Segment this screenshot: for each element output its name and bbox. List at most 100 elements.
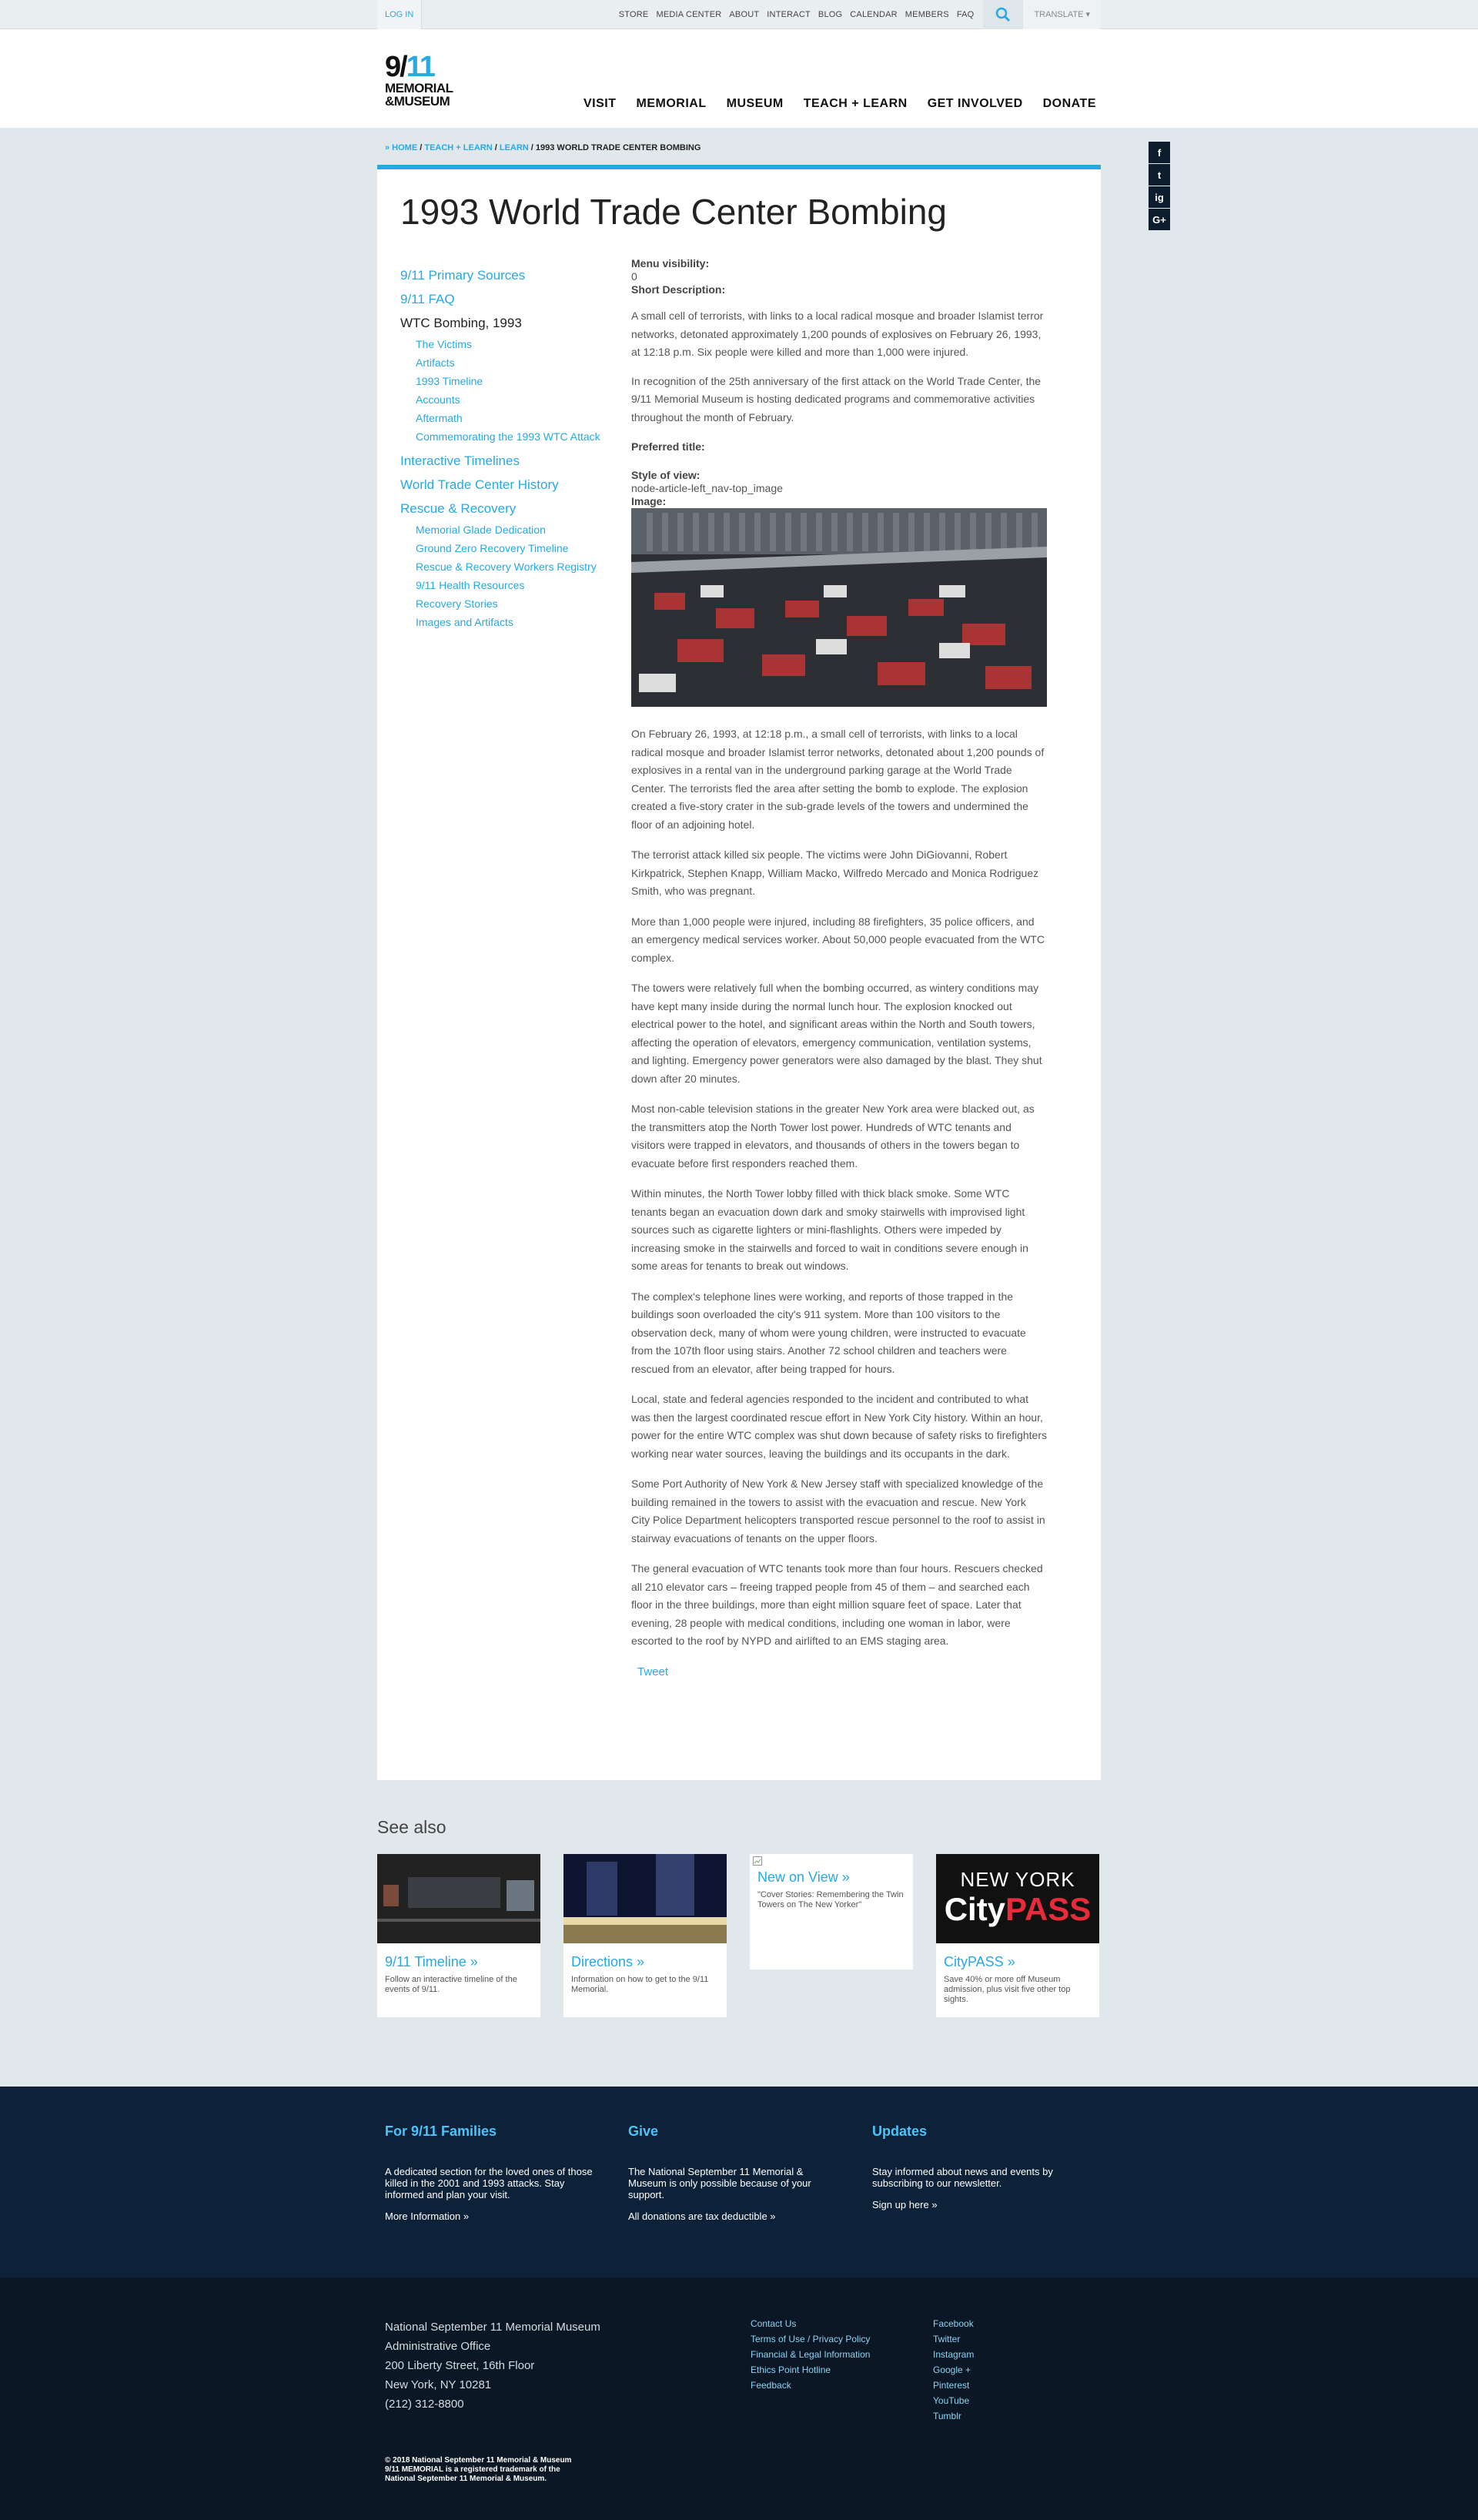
footer-links: Contact Us Terms of Use / Privacy Policy…: [751, 2316, 870, 2393]
breadcrumb-teach-learn[interactable]: TEACH + LEARN: [424, 143, 492, 152]
translate-dropdown[interactable]: TRANSLATE ▾: [1023, 0, 1101, 29]
copyright-line: 9/11 MEMORIAL is a registered trademark …: [385, 2465, 560, 2474]
tile-title[interactable]: Directions »: [563, 1943, 727, 1975]
nav-visit[interactable]: VISIT: [584, 97, 617, 111]
footer-link-feedback[interactable]: Feedback: [751, 2378, 870, 2393]
see-also-tile-timeline[interactable]: 9/11 Timeline » Follow an interactive ti…: [377, 1854, 540, 2017]
footer-social-instagram[interactable]: Instagram: [933, 2347, 974, 2362]
footer-social-youtube[interactable]: YouTube: [933, 2393, 974, 2408]
login-link[interactable]: LOG IN: [377, 0, 423, 29]
leftnav-interactive-timelines[interactable]: Interactive Timelines: [400, 453, 624, 469]
short-description-label: Short Description:: [631, 283, 726, 296]
main-nav: VISIT MEMORIAL MUSEUM TEACH + LEARN GET …: [584, 97, 1096, 111]
nav-get-involved[interactable]: GET INVOLVED: [928, 97, 1023, 111]
footer-social-twitter[interactable]: Twitter: [933, 2331, 974, 2347]
search-button[interactable]: [983, 0, 1024, 29]
search-icon: [996, 7, 1011, 22]
preferred-title-label: Preferred title:: [631, 440, 705, 453]
leftnav-workers-registry[interactable]: Rescue & Recovery Workers Registry: [416, 561, 624, 573]
leftnav-wtc-bombing[interactable]: WTC Bombing, 1993: [400, 316, 624, 331]
emergency-vehicles-photo: [631, 508, 1047, 707]
tile-description: Information on how to get to the 9/11 Me…: [571, 1975, 709, 1994]
footer-families-text: A dedicated section for the loved ones o…: [385, 2166, 593, 2200]
directions-thumbnail: [563, 1854, 727, 1943]
footer-social-pinterest[interactable]: Pinterest: [933, 2378, 974, 2393]
tile-title[interactable]: CityPASS »: [936, 1943, 1099, 1975]
left-nav: 9/11 Primary Sources 9/11 FAQ WTC Bombin…: [400, 268, 624, 639]
footer-social-tumblr[interactable]: Tumblr: [933, 2408, 974, 2424]
leftnav-commemorating[interactable]: Commemorating the 1993 WTC Attack: [416, 430, 624, 443]
footer-bottom: National September 11 Memorial Museum Ad…: [0, 2277, 1478, 2520]
breadcrumb-sep: /: [528, 143, 536, 152]
see-also-tiles: 9/11 Timeline » Follow an interactive ti…: [377, 1854, 1101, 2017]
site-logo[interactable]: 9/11 MEMORIAL &MUSEUM: [385, 52, 477, 108]
footer-families-link[interactable]: More Information »: [385, 2210, 469, 2222]
breadcrumb-sep: /: [417, 143, 425, 152]
util-link-media-center[interactable]: MEDIA CENTER: [656, 10, 721, 19]
copyright-line: © 2018 National September 11 Memorial & …: [385, 2456, 572, 2465]
article-body: Menu visibility: 0 Short Description: A …: [631, 257, 1047, 1681]
timeline-thumbnail: [377, 1854, 540, 1943]
breadcrumb-home[interactable]: » HOME: [385, 143, 417, 152]
broken-image-icon: [750, 1854, 913, 1866]
leftnav-health-resources[interactable]: 9/11 Health Resources: [416, 579, 624, 591]
leftnav-the-victims[interactable]: The Victims: [416, 338, 624, 350]
util-link-about[interactable]: ABOUT: [729, 10, 759, 19]
footer-social-facebook[interactable]: Facebook: [933, 2316, 974, 2331]
see-also-tile-citypass[interactable]: NEW YORK CityPASS CityPASS » Save 40% or…: [936, 1854, 1099, 2017]
leftnav-images-artifacts[interactable]: Images and Artifacts: [416, 616, 624, 628]
util-link-members[interactable]: MEMBERS: [905, 10, 949, 19]
leftnav-memorial-glade[interactable]: Memorial Glade Dedication: [416, 524, 624, 536]
instagram-icon[interactable]: ig: [1149, 186, 1170, 208]
util-link-faq[interactable]: FAQ: [957, 10, 975, 19]
leftnav-accounts[interactable]: Accounts: [416, 393, 624, 406]
article-paragraph: Some Port Authority of New York & New Je…: [631, 1478, 1045, 1544]
tweet-button[interactable]: Tweet: [637, 1663, 668, 1682]
leftnav-rescue-children: Memorial Glade Dedication Ground Zero Re…: [400, 524, 624, 628]
facebook-icon[interactable]: f: [1149, 142, 1170, 163]
site-header: 9/11 MEMORIAL &MUSEUM VISIT MEMORIAL MUS…: [0, 29, 1478, 128]
see-also-tile-new-on-view[interactable]: New on View » "Cover Stories: Rememberin…: [750, 1854, 913, 1969]
footer-give: Give The National September 11 Memorial …: [628, 2123, 836, 2224]
tile-title[interactable]: New on View »: [750, 1865, 913, 1890]
citypass-ny: NEW YORK: [960, 1868, 1075, 1891]
google-plus-icon[interactable]: G+: [1149, 209, 1170, 230]
util-link-store[interactable]: STORE: [619, 10, 649, 19]
see-also-title: See also: [377, 1817, 446, 1837]
footer-link-contact[interactable]: Contact Us: [751, 2316, 870, 2331]
leftnav-recovery-timeline[interactable]: Ground Zero Recovery Timeline: [416, 542, 624, 554]
footer-updates-link[interactable]: Sign up here »: [872, 2199, 938, 2210]
leftnav-wtc-history[interactable]: World Trade Center History: [400, 477, 624, 493]
tile-title[interactable]: 9/11 Timeline »: [377, 1943, 540, 1975]
footer-social-google[interactable]: Google +: [933, 2362, 974, 2378]
footer-give-link[interactable]: All donations are tax deductible »: [628, 2210, 776, 2222]
address-line: National September 11 Memorial Museum: [385, 2321, 600, 2334]
leftnav-1993-timeline[interactable]: 1993 Timeline: [416, 375, 624, 387]
nav-teach-learn[interactable]: TEACH + LEARN: [804, 97, 908, 111]
leftnav-primary-sources[interactable]: 9/11 Primary Sources: [400, 268, 624, 283]
util-link-calendar[interactable]: CALENDAR: [850, 10, 898, 19]
breadcrumb-learn[interactable]: LEARN: [500, 143, 529, 152]
citypass-logo: NEW YORK CityPASS: [936, 1854, 1099, 1943]
nav-memorial[interactable]: MEMORIAL: [637, 97, 707, 111]
copyright: © 2018 National September 11 Memorial & …: [385, 2456, 571, 2484]
leftnav-aftermath[interactable]: Aftermath: [416, 412, 624, 424]
footer-link-ethics[interactable]: Ethics Point Hotline: [751, 2362, 870, 2378]
leftnav-recovery-stories[interactable]: Recovery Stories: [416, 597, 624, 610]
nav-donate[interactable]: DONATE: [1043, 97, 1096, 111]
article-paragraph: More than 1,000 people were injured, inc…: [631, 915, 1045, 964]
util-link-interact[interactable]: INTERACT: [767, 10, 811, 19]
util-link-blog[interactable]: BLOG: [818, 10, 842, 19]
leftnav-rescue-recovery[interactable]: Rescue & Recovery: [400, 501, 624, 517]
logo-line2: &MUSEUM: [385, 94, 450, 109]
nav-museum[interactable]: MUSEUM: [727, 97, 784, 111]
leftnav-faq[interactable]: 9/11 FAQ: [400, 292, 624, 307]
footer-link-terms[interactable]: Terms of Use / Privacy Policy: [751, 2331, 870, 2347]
see-also-tile-directions[interactable]: Directions » Information on how to get t…: [563, 1854, 727, 2017]
tile-description: Follow an interactive timeline of the ev…: [385, 1975, 517, 1994]
footer-link-financial[interactable]: Financial & Legal Information: [751, 2347, 870, 2362]
style-of-view-value: node-article-left_nav-top_image: [631, 482, 783, 494]
twitter-icon[interactable]: t: [1149, 164, 1170, 186]
social-share-bar: f t ig G+: [1149, 142, 1170, 231]
leftnav-artifacts[interactable]: Artifacts: [416, 356, 624, 369]
